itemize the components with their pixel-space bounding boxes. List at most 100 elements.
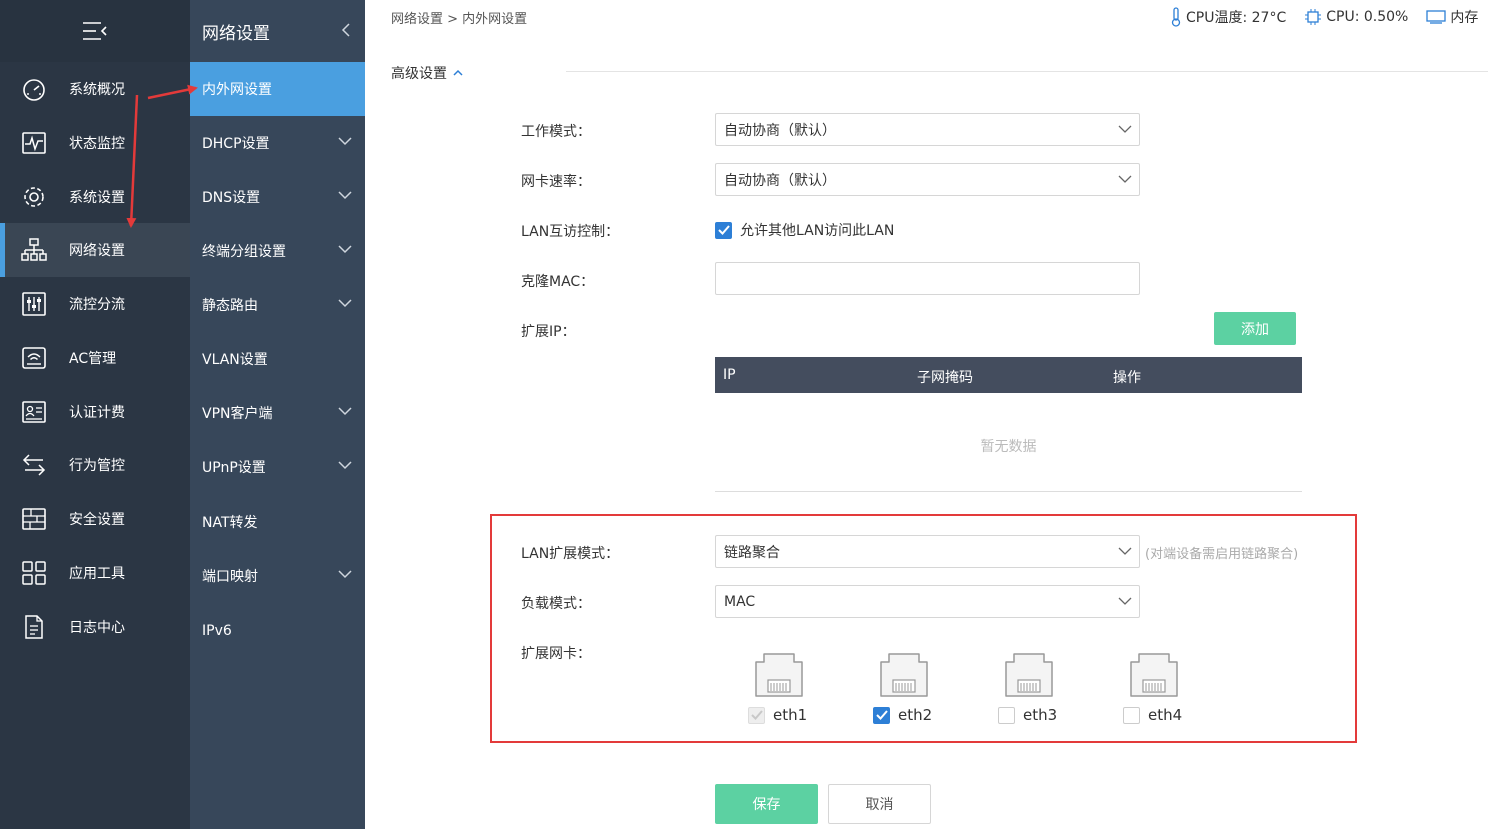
chevron-down-icon — [1118, 175, 1132, 183]
chevron-down-icon — [338, 299, 352, 308]
memory-stat: 内存 — [1426, 7, 1478, 27]
monitor-pulse-icon — [21, 130, 47, 156]
eth1-checkbox — [748, 706, 765, 724]
sidebar-item-label: 状态监控 — [69, 136, 125, 152]
load-mode-label: 负载模式： — [521, 596, 591, 612]
chevron-down-icon — [338, 570, 352, 579]
sidebar-item-security-settings[interactable]: 安全设置 — [0, 492, 190, 546]
sidebar-item-app-tools[interactable]: 应用工具 — [0, 546, 190, 600]
cancel-button[interactable]: 取消 — [828, 784, 931, 824]
submenu-item-vpn-client[interactable]: VPN客户端 — [190, 386, 365, 440]
ethernet-port-icon — [1005, 653, 1053, 697]
work-mode-label: 工作模式： — [521, 124, 591, 140]
sidebar-item-behavior-control[interactable]: 行为管控 — [0, 438, 190, 492]
submenu-item-dns[interactable]: DNS设置 — [190, 170, 365, 224]
allow-lan-access-checkbox[interactable] — [715, 221, 732, 239]
save-button[interactable]: 保存 — [715, 784, 818, 824]
column-header-ip: IP — [723, 367, 736, 383]
submenu-item-static-route[interactable]: 静态路由 — [190, 278, 365, 332]
network-tree-icon — [21, 237, 47, 263]
nic-speed-label: 网卡速率： — [521, 174, 591, 190]
lan-extension-hint: (对端设备需启用链路聚合) — [1145, 547, 1299, 562]
submenu-item-port-mapping[interactable]: 端口映射 — [190, 549, 365, 603]
wifi-router-icon — [21, 345, 47, 371]
sidebar-item-auth-billing[interactable]: 认证计费 — [0, 385, 190, 439]
submenu-item-lan-wan[interactable]: 内外网设置 — [190, 62, 365, 116]
submenu-item-terminal-group[interactable]: 终端分组设置 — [190, 224, 365, 278]
apps-grid-icon — [21, 560, 47, 586]
network-submenu: 网络设置 内外网设置 DHCP设置 DNS设置 终端分组设置 静态路由 VLAN… — [190, 0, 365, 829]
submenu-title: 网络设置 — [190, 0, 365, 62]
check-icon — [750, 710, 763, 720]
port-eth4[interactable]: eth4 — [1123, 706, 1182, 724]
lan-extension-mode-select[interactable]: 链路聚合 — [715, 535, 1140, 568]
breadcrumb: 网络设置 > 内外网设置 — [391, 12, 528, 27]
lan-extension-mode-label: LAN扩展模式： — [521, 546, 620, 562]
sliders-icon — [21, 291, 47, 317]
section-divider — [566, 71, 1488, 72]
column-header-subnet-mask: 子网掩码 — [917, 370, 973, 386]
load-mode-select[interactable]: MAC — [715, 585, 1140, 618]
cpu-temp-stat: CPU温度: 27°C — [1170, 7, 1286, 27]
extended-ip-label: 扩展IP： — [521, 324, 576, 340]
port-eth1: eth1 — [748, 706, 807, 724]
check-icon — [875, 710, 888, 720]
submenu-item-dhcp[interactable]: DHCP设置 — [190, 116, 365, 170]
chevron-up-icon — [453, 69, 463, 76]
main-sidebar: 系统概况 状态监控 系统设置 网络设置 流控分流 AC管理 认证计费 行为管控 … — [0, 0, 190, 829]
sidebar-item-network-settings[interactable]: 网络设置 — [0, 223, 190, 277]
nic-speed-select[interactable]: 自动协商（默认） — [715, 163, 1140, 196]
sidebar-item-label: 应用工具 — [69, 566, 125, 582]
advanced-settings-toggle[interactable]: 高级设置 — [391, 63, 465, 83]
table-bottom-divider — [715, 491, 1302, 492]
submenu-item-nat[interactable]: NAT转发 — [190, 495, 365, 549]
chevron-down-icon — [338, 245, 352, 254]
lan-access-checkbox-row[interactable]: 允许其他LAN访问此LAN — [715, 220, 894, 240]
submenu-item-vlan[interactable]: VLAN设置 — [190, 332, 365, 386]
port-eth2[interactable]: eth2 — [873, 706, 932, 724]
menu-collapse-icon — [83, 22, 107, 40]
dashboard-icon — [21, 76, 47, 102]
firewall-icon — [21, 506, 47, 532]
empty-table-message: 暂无数据 — [980, 439, 1037, 455]
check-icon — [717, 225, 730, 235]
cpu-chip-icon — [1305, 9, 1322, 25]
sidebar-item-label: 系统概况 — [69, 82, 125, 98]
sidebar-item-label: 系统设置 — [69, 190, 125, 206]
sidebar-item-system-overview[interactable]: 系统概况 — [0, 62, 190, 116]
id-card-icon — [21, 399, 47, 425]
ip-table-header: IP 子网掩码 操作 — [715, 357, 1302, 393]
port-eth3[interactable]: eth3 — [998, 706, 1057, 724]
sidebar-item-label: 行为管控 — [69, 458, 125, 474]
gear-icon — [21, 184, 47, 210]
lan-access-control-label: LAN互访控制： — [521, 224, 620, 240]
ethernet-port-icon — [1130, 653, 1178, 697]
chevron-down-icon — [338, 407, 352, 416]
eth3-checkbox[interactable] — [998, 706, 1015, 724]
clone-mac-input[interactable] — [715, 262, 1140, 295]
sidebar-item-ac-management[interactable]: AC管理 — [0, 331, 190, 385]
top-bar: 网络设置 > 内外网设置 CPU温度: 27°C CPU: 0.50% 内存 — [365, 0, 1488, 34]
sidebar-item-label: 流控分流 — [69, 297, 125, 313]
submenu-item-ipv6[interactable]: IPv6 — [190, 604, 365, 658]
add-ip-button[interactable]: 添加 — [1214, 312, 1296, 345]
chevron-left-icon[interactable] — [341, 22, 351, 38]
eth2-checkbox[interactable] — [873, 706, 890, 724]
chevron-down-icon — [1118, 547, 1132, 555]
router-admin-page: 系统概况 状态监控 系统设置 网络设置 流控分流 AC管理 认证计费 行为管控 … — [0, 0, 1488, 829]
sidebar-item-label: 日志中心 — [69, 620, 125, 636]
sidebar-item-log-center[interactable]: 日志中心 — [0, 600, 190, 654]
sidebar-item-label: 认证计费 — [69, 405, 125, 421]
menu-collapse-toggle[interactable] — [0, 0, 190, 62]
sidebar-item-system-settings[interactable]: 系统设置 — [0, 170, 190, 224]
ethernet-port-icon — [880, 653, 928, 697]
submenu-item-upnp[interactable]: UPnP设置 — [190, 440, 365, 494]
sidebar-item-flow-control[interactable]: 流控分流 — [0, 277, 190, 331]
sidebar-item-label: AC管理 — [69, 351, 117, 367]
sidebar-item-label: 网络设置 — [69, 243, 125, 259]
column-header-actions: 操作 — [1113, 370, 1141, 386]
sidebar-item-status-monitor[interactable]: 状态监控 — [0, 116, 190, 170]
work-mode-select[interactable]: 自动协商（默认） — [715, 113, 1140, 146]
cpu-usage-stat: CPU: 0.50% — [1304, 7, 1408, 27]
eth4-checkbox[interactable] — [1123, 706, 1140, 724]
